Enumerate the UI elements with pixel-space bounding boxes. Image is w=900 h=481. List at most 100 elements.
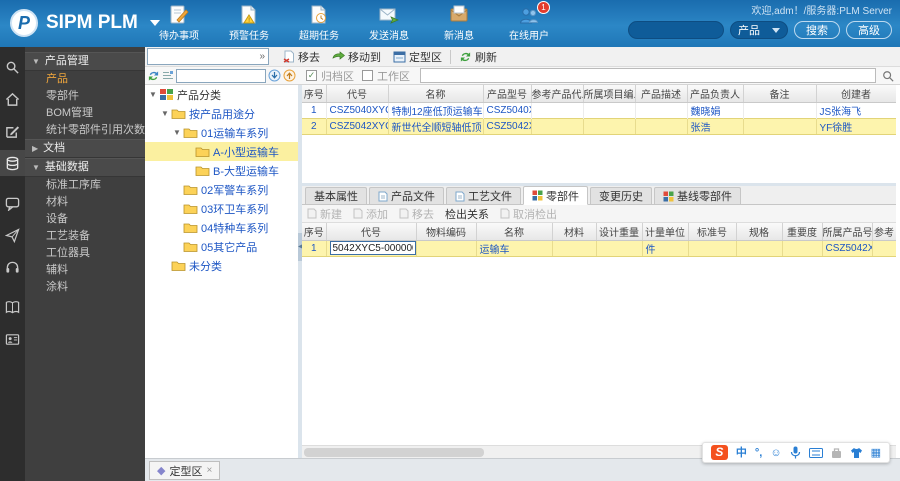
column-header[interactable]: 代号 [326, 223, 417, 241]
sidebar-item-product[interactable]: 产品 [25, 71, 145, 88]
locate-up-icon[interactable] [283, 69, 296, 82]
tree-node-by-usage[interactable]: ▼ 按产品用途分 [145, 104, 298, 123]
workspace-checkbox[interactable] [362, 70, 373, 81]
magnifier-icon[interactable] [882, 70, 894, 82]
column-header[interactable]: 材料 [552, 223, 597, 241]
product-row-2-selected[interactable]: 2 CSZ5042XYC5-001 新世代全顺短轴低顶 CSZ5042XY 张浩… [302, 117, 896, 135]
scrollbar-thumb[interactable] [304, 448, 484, 457]
expander-icon[interactable]: ▼ [159, 109, 171, 118]
send-module-button[interactable] [0, 222, 25, 248]
ime-punctuation[interactable]: °, [755, 443, 762, 463]
home-module-button[interactable] [0, 86, 25, 112]
part-row-1-selected[interactable]: 1 运输车 件 CSZ5042XY.. [302, 239, 896, 257]
tree-node-root[interactable]: ▼ 产品分类 [145, 85, 298, 104]
nav-item-overdue-tasks[interactable]: 超期任务 [292, 5, 346, 42]
tab-product-files[interactable]: 产品文件 [369, 187, 444, 204]
column-header[interactable]: 物料编码 [416, 223, 477, 241]
sidebar-item-process-equipment[interactable]: 工艺装备 [25, 228, 145, 245]
workspace-checkbox-group[interactable]: 工作区 [362, 68, 410, 84]
sidebar-item-coating[interactable]: 涂料 [25, 279, 145, 296]
column-header[interactable]: 计量单位 [642, 223, 689, 241]
parent-product-link[interactable]: CSZ5042XY.. [822, 239, 873, 257]
nav-item-todo-tasks[interactable]: 待办事项 [152, 5, 206, 42]
support-module-button[interactable] [0, 254, 25, 280]
ime-chinese-mode[interactable]: 中 [736, 443, 747, 463]
expander-icon[interactable]: ▼ [147, 90, 159, 99]
column-header[interactable]: 名称 [476, 223, 553, 241]
column-header[interactable]: 标准号 [688, 223, 737, 241]
archive-checkbox[interactable]: ✓ [306, 70, 317, 81]
column-header[interactable]: 产品负责人 [687, 85, 744, 103]
nav-item-online-users[interactable]: 1 在线用户 [502, 1, 556, 42]
finalized-zone-panel-tab[interactable]: ◆ 定型区 × [149, 461, 221, 480]
app-logo[interactable]: P SIPM PLM [10, 9, 160, 37]
cancel-checkout-button[interactable]: 取消检出 [500, 206, 557, 222]
add-part-button[interactable]: 添加 [353, 206, 388, 222]
tree-node-sanitation-series[interactable]: 03环卫车系列 [145, 199, 298, 218]
column-header[interactable]: 设计重量 [596, 223, 643, 241]
advanced-search-button[interactable]: 高级 [846, 21, 892, 39]
column-header[interactable]: 产品描述 [635, 85, 688, 103]
archive-checkbox-group[interactable]: ✓ 归档区 [306, 68, 354, 84]
nav-item-send-message[interactable]: 发送消息 [362, 5, 416, 42]
sidebar-item-station-tools[interactable]: 工位器具 [25, 245, 145, 262]
locate-down-icon[interactable] [268, 69, 281, 82]
move-to-button[interactable]: 移动到 [326, 48, 387, 66]
tree-filter-input[interactable] [176, 68, 266, 83]
sidebar-item-parts[interactable]: 零部件 [25, 88, 145, 105]
edit-module-button[interactable] [0, 118, 25, 144]
skin-shirt-icon[interactable] [850, 447, 863, 459]
product-name-link[interactable]: 特制12座低顶运输车（上掀.. [388, 102, 484, 118]
column-header[interactable]: 创建者 [816, 85, 896, 103]
contacts-module-button[interactable] [0, 326, 25, 352]
column-header[interactable]: 代号 [326, 85, 389, 103]
tab-parts-active[interactable]: 零部件 [523, 186, 588, 205]
tree-node-unclassified[interactable]: 未分类 [145, 256, 298, 275]
tab-process-files[interactable]: 工艺文件 [446, 187, 521, 204]
refresh-button[interactable]: 刷新 [453, 48, 503, 66]
sidebar-section-product-management[interactable]: ▼ 产品管理 [25, 52, 145, 71]
column-header[interactable]: 序号 [302, 85, 327, 103]
remove-button[interactable]: 移去 [277, 48, 326, 66]
sidebar-section-documents[interactable]: ▶ 文档 [25, 139, 145, 158]
new-part-button[interactable]: 新建 [307, 206, 342, 222]
part-name-link[interactable]: 运输车 [476, 239, 553, 257]
tree-sort-icon[interactable] [162, 70, 174, 82]
expander-icon[interactable]: ▼ [171, 128, 183, 137]
sidebar-item-material[interactable]: 材料 [25, 194, 145, 211]
sidebar-item-aux-material[interactable]: 辅料 [25, 262, 145, 279]
column-header[interactable]: 序号 [302, 223, 327, 241]
product-name-link[interactable]: 新世代全顺短轴低顶 [388, 117, 484, 135]
sidebar-item-bom[interactable]: BOM管理 [25, 105, 145, 122]
column-header[interactable]: 名称 [388, 85, 484, 103]
product-code-link[interactable]: CSZ5042XYC5-001 [326, 117, 389, 135]
sidebar-section-basic-data[interactable]: ▼ 基础数据 [25, 158, 145, 177]
sidebar-item-equipment[interactable]: 设备 [25, 211, 145, 228]
part-code-input[interactable] [329, 241, 415, 255]
column-header[interactable]: 参考产品代.. [531, 85, 584, 103]
tree-node-other-products[interactable]: 05其它产品 [145, 237, 298, 256]
column-header[interactable]: 参考 [872, 223, 896, 241]
tree-node-special-series[interactable]: 04特种车系列 [145, 218, 298, 237]
tree-node-small-transport[interactable]: A-小型运输车 [145, 142, 298, 161]
column-header[interactable]: 产品型号 [483, 85, 532, 103]
column-header[interactable]: 所属产品号 [822, 223, 873, 241]
tab-change-history[interactable]: 变更历史 [590, 187, 652, 204]
nav-item-new-message[interactable]: 新消息 [432, 5, 486, 42]
product-code-link[interactable]: CSZ5040XYC5-000.. [326, 102, 389, 118]
ime-emoji-icon[interactable]: ☺ [770, 443, 781, 463]
tree-refresh-icon[interactable] [147, 70, 160, 82]
tab-baseline-parts[interactable]: 基线零部件 [654, 187, 741, 204]
tree-mode-combobox[interactable]: » [147, 48, 269, 65]
column-header[interactable]: 备注 [743, 85, 817, 103]
toolbox-icon[interactable] [831, 447, 842, 459]
microphone-icon[interactable] [790, 446, 801, 459]
tree-node-transport-series[interactable]: ▼ 01运输车系列 [145, 123, 298, 142]
column-header[interactable]: 所属项目编.. [583, 85, 636, 103]
search-module-button[interactable] [0, 54, 25, 80]
sogou-logo[interactable]: S [710, 445, 728, 460]
checkout-relation-button[interactable]: 检出关系 [445, 206, 489, 222]
nav-item-warning-tasks[interactable]: ! 预警任务 [222, 5, 276, 42]
global-search-input[interactable] [628, 21, 724, 39]
grid-filter-input[interactable] [420, 68, 876, 83]
